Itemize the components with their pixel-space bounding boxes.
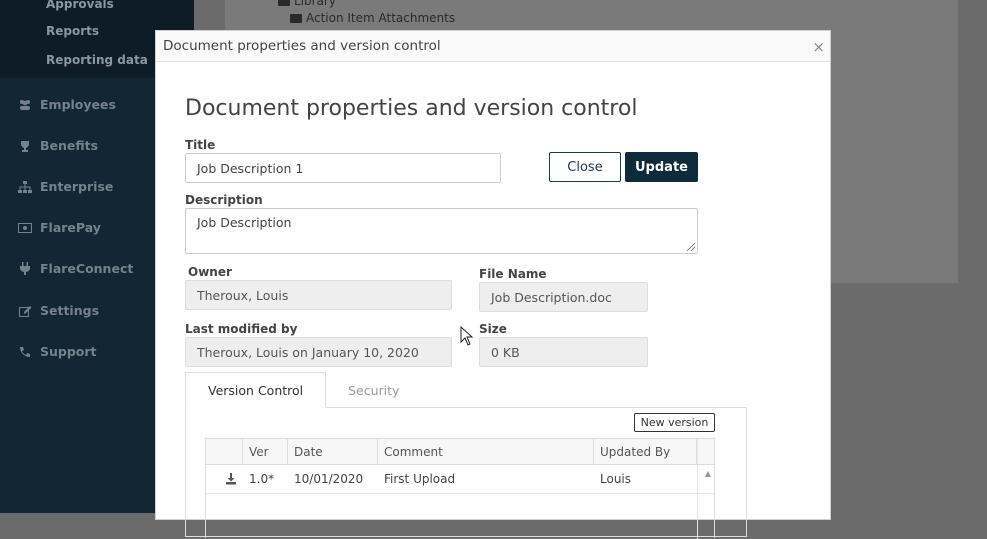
download-icon[interactable]	[206, 465, 243, 493]
table-row[interactable]: 1.0* 10/01/2020 First Upload Louis	[206, 465, 714, 494]
sidebar-subitem-reporting-data[interactable]: Reporting data	[46, 53, 148, 67]
sidebar-item-label: Enterprise	[40, 179, 114, 194]
resize-handle-icon[interactable]	[687, 243, 695, 251]
size-field: 0 KB	[479, 337, 648, 367]
phone-icon	[18, 346, 32, 358]
tab-security[interactable]: Security	[326, 372, 421, 408]
file-name-label: File Name	[479, 267, 547, 281]
version-control-panel: New version Ver Date Comment Updated By …	[185, 407, 747, 539]
cell-date: 10/01/2020	[294, 472, 364, 486]
close-icon[interactable]: ×	[812, 38, 825, 56]
sidebar-item-label: Benefits	[40, 138, 99, 153]
owner-label: Owner	[188, 265, 232, 279]
money-icon	[18, 222, 32, 234]
update-button[interactable]: Update	[625, 152, 698, 182]
tab-bar: Version Control Security	[185, 372, 421, 408]
cell-ver: 1.0*	[249, 472, 275, 486]
edit-icon	[18, 305, 32, 317]
new-version-button[interactable]: New version	[634, 413, 715, 432]
document-properties-modal: Document properties and version control …	[155, 30, 831, 539]
sidebar-item-flarepay[interactable]: FlarePay	[18, 220, 101, 235]
title-input[interactable]: Job Description 1	[185, 153, 501, 183]
column-header-updated-by[interactable]: Updated By	[594, 439, 697, 464]
sidebar-subitem-approvals[interactable]: Approvals	[46, 0, 114, 11]
column-header-comment[interactable]: Comment	[378, 439, 594, 464]
modal-header: Document properties and version control	[156, 31, 830, 62]
trophy-icon	[18, 140, 32, 152]
file-name-field: Job Description.doc	[479, 282, 648, 312]
sidebar-item-label: FlareConnect	[40, 261, 134, 276]
sidebar-item-label: Settings	[40, 303, 100, 318]
sidebar-item-settings[interactable]: Settings	[18, 303, 99, 318]
last-modified-field: Theroux, Louis on January 10, 2020	[185, 337, 452, 367]
library-node: Library	[278, 0, 336, 8]
description-textarea[interactable]: Job Description	[185, 208, 698, 254]
version-grid: Ver Date Comment Updated By 1.0* 10/01/2…	[205, 438, 715, 539]
sidebar-item-support[interactable]: Support	[18, 344, 97, 359]
sidebar-item-label: Support	[40, 344, 97, 359]
sidebar-item-enterprise[interactable]: Enterprise	[18, 179, 113, 194]
column-header-ver[interactable]: Ver	[243, 439, 288, 464]
folder-label: Action Item Attachments	[306, 11, 456, 25]
grid-scrollbar[interactable]	[697, 439, 714, 539]
page-title: Document properties and version control	[185, 96, 638, 121]
library-label: Library	[294, 0, 336, 8]
close-button[interactable]: Close	[549, 152, 621, 182]
action-item-attachments-node[interactable]: Action Item Attachments	[290, 11, 455, 25]
description-text: Job Description	[197, 215, 292, 230]
users-icon	[18, 99, 32, 111]
sidebar-item-label: Employees	[40, 97, 116, 112]
sidebar-item-label: FlarePay	[40, 220, 101, 235]
cell-updated-by: Louis	[600, 472, 632, 486]
sitemap-icon	[18, 180, 32, 193]
mouse-cursor-icon	[460, 326, 474, 346]
plug-icon	[18, 262, 32, 275]
modal-title: Document properties and version control	[163, 38, 441, 54]
title-label: Title	[185, 138, 216, 152]
tab-version-control[interactable]: Version Control	[185, 372, 327, 408]
folder-icon	[290, 13, 302, 23]
sidebar-item-benefits[interactable]: Benefits	[18, 138, 98, 153]
sidebar-item-flareconnect[interactable]: FlareConnect	[18, 261, 133, 276]
size-label: Size	[479, 322, 507, 336]
last-modified-label: Last modified by	[185, 322, 298, 336]
description-label: Description	[185, 193, 263, 207]
folder-icon	[278, 0, 290, 6]
grid-header: Ver Date Comment Updated By	[206, 439, 714, 465]
owner-field: Theroux, Louis	[185, 280, 452, 310]
scroll-up-icon[interactable]: ▲	[705, 469, 711, 478]
column-header-date[interactable]: Date	[288, 439, 378, 464]
sidebar-item-employees[interactable]: Employees	[18, 97, 116, 112]
sidebar-subitem-reports[interactable]: Reports	[46, 24, 99, 38]
column-header-action	[206, 439, 243, 464]
cell-comment: First Upload	[384, 472, 456, 486]
